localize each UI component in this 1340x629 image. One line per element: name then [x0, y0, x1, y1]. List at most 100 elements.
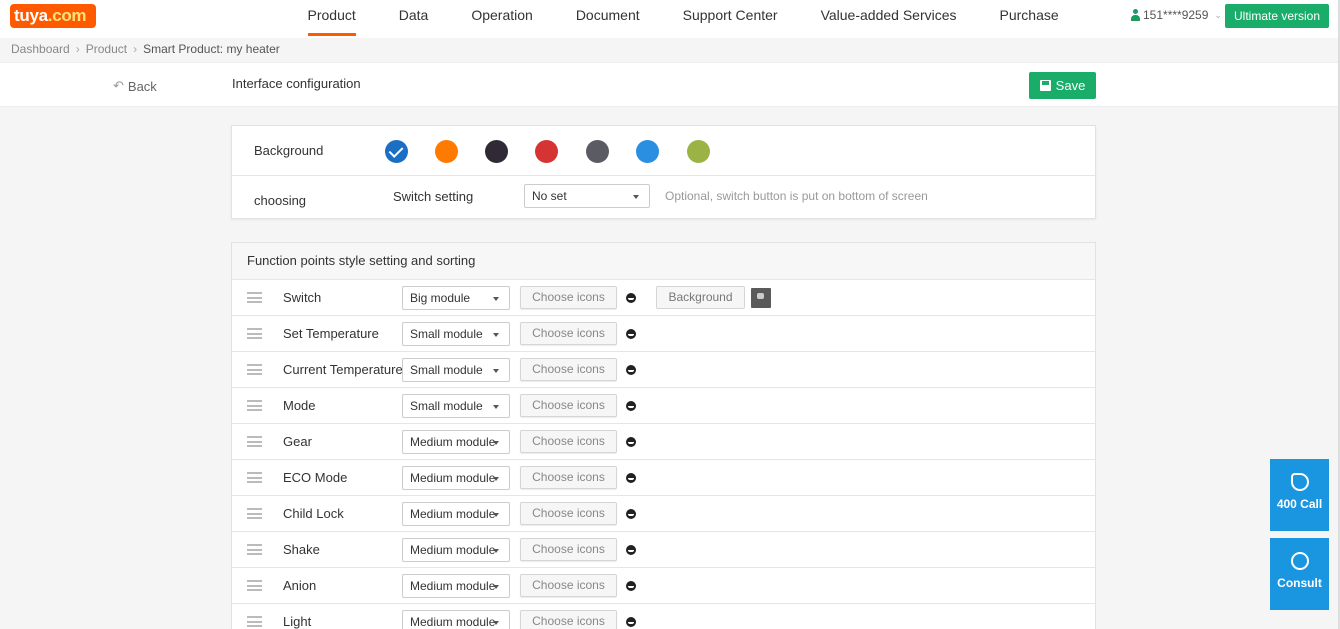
switch-setting-label: Switch setting	[393, 189, 474, 204]
top-navbar: tuya.com Product Data Operation Document Sup…	[0, 0, 1340, 38]
background-swatch[interactable]	[636, 140, 659, 163]
drag-handle-icon[interactable]	[247, 580, 262, 591]
consult-button[interactable]: Consult	[1270, 538, 1329, 610]
nav-item-value-added-services[interactable]: Value-added Services	[799, 0, 978, 38]
function-icon-preview-icon	[626, 581, 636, 591]
choose-icons-button[interactable]: Choose icons	[520, 286, 617, 309]
function-point-row: Switch Big module Choose icons Background	[232, 280, 1095, 316]
background-swatch[interactable]	[535, 140, 558, 163]
background-swatch[interactable]	[435, 140, 458, 163]
background-button[interactable]: Background	[656, 286, 745, 309]
nav-item-support-center[interactable]: Support Center	[661, 0, 799, 38]
chat-icon	[1290, 552, 1309, 570]
function-point-row: Mode Small module Choose icons	[232, 388, 1095, 424]
function-points-header: Function points style setting and sortin…	[232, 243, 1095, 280]
breadcrumb-separator-icon: ›	[133, 42, 138, 56]
function-icon-preview-icon	[626, 545, 636, 555]
module-style-select[interactable]: Medium module	[402, 466, 510, 490]
choosing-label: choosing	[254, 193, 307, 208]
caret-down-icon	[493, 621, 499, 625]
breadcrumb-product[interactable]: Product	[86, 42, 127, 56]
module-style-value: Medium module	[410, 507, 496, 521]
drag-handle-icon[interactable]	[247, 328, 262, 339]
module-style-select[interactable]: Medium module	[402, 430, 510, 454]
choose-icons-button[interactable]: Choose icons	[520, 322, 617, 345]
module-style-value: Small module	[410, 363, 483, 377]
caret-down-icon	[633, 195, 639, 199]
nav-item-operation[interactable]: Operation	[450, 0, 554, 38]
module-style-select[interactable]: Small module	[402, 394, 510, 418]
choose-icons-button[interactable]: Choose icons	[520, 574, 617, 597]
module-style-select[interactable]: Medium module	[402, 502, 510, 526]
background-swatch[interactable]	[586, 140, 609, 163]
phone-icon	[1290, 473, 1309, 491]
caret-down-icon	[493, 297, 499, 301]
nav-item-data[interactable]: Data	[377, 0, 450, 38]
function-point-name: Gear	[283, 434, 312, 449]
main-nav: Product Data Operation Document Support Cent…	[286, 0, 1080, 38]
module-style-value: Small module	[410, 399, 483, 413]
module-style-select[interactable]: Small module	[402, 322, 510, 346]
drag-handle-icon[interactable]	[247, 616, 262, 627]
user-menu[interactable]: 151****9259 ⌄	[1130, 8, 1222, 22]
function-icon-preview-icon	[626, 509, 636, 519]
drag-handle-icon[interactable]	[247, 508, 262, 519]
nav-item-document[interactable]: Document	[554, 0, 661, 38]
background-row: Background	[232, 126, 1095, 176]
drag-handle-icon[interactable]	[247, 436, 262, 447]
breadcrumb-current: Smart Product: my heater	[143, 42, 280, 56]
background-swatch[interactable]	[485, 140, 508, 163]
function-point-row: Child Lock Medium module Choose icons	[232, 496, 1095, 532]
background-thumbnail	[751, 288, 771, 308]
background-swatch[interactable]	[687, 140, 710, 163]
choose-icons-button[interactable]: Choose icons	[520, 466, 617, 489]
drag-handle-icon[interactable]	[247, 292, 262, 303]
switch-setting-value: No set	[532, 189, 567, 203]
caret-down-icon	[493, 549, 499, 553]
drag-handle-icon[interactable]	[247, 400, 262, 411]
caret-down-icon	[493, 513, 499, 517]
drag-handle-icon[interactable]	[247, 472, 262, 483]
caret-down-icon	[493, 405, 499, 409]
caret-down-icon	[493, 369, 499, 373]
back-label: Back	[127, 78, 157, 94]
caret-down-icon	[493, 333, 499, 337]
function-point-name: ECO Mode	[283, 470, 348, 485]
nav-item-product[interactable]: Product	[286, 0, 377, 38]
switch-setting-hint: Optional, switch button is put on bottom…	[665, 189, 928, 203]
function-point-name: Child Lock	[283, 506, 344, 521]
choose-icons-button[interactable]: Choose icons	[520, 358, 617, 381]
function-points-title: Function points style setting and sortin…	[247, 253, 476, 268]
choose-icons-button[interactable]: Choose icons	[520, 502, 617, 525]
page-header: ↶ Back Interface configuration Save	[0, 62, 1338, 107]
nav-item-purchase[interactable]: Purchase	[978, 0, 1080, 38]
function-icon-preview-icon	[626, 401, 636, 411]
function-icon-preview-icon	[626, 365, 636, 375]
caret-down-icon	[493, 585, 499, 589]
call-button[interactable]: 400 Call	[1270, 459, 1329, 531]
module-style-select[interactable]: Small module	[402, 358, 510, 382]
background-label: Background	[254, 143, 324, 158]
tuya-logo[interactable]: tuya.com	[10, 4, 96, 28]
drag-handle-icon[interactable]	[247, 544, 262, 555]
background-swatch[interactable]	[385, 140, 408, 163]
function-point-row: Shake Medium module Choose icons	[232, 532, 1095, 568]
module-style-select[interactable]: Big module	[402, 286, 510, 310]
ultimate-version-button[interactable]: Ultimate version	[1225, 4, 1329, 28]
choose-icons-button[interactable]: Choose icons	[520, 538, 617, 561]
user-phone: 151****9259	[1143, 8, 1209, 22]
consult-label: Consult	[1277, 576, 1322, 590]
module-style-select[interactable]: Medium module	[402, 610, 510, 629]
logo-suffix: .com	[47, 6, 87, 25]
switch-setting-select[interactable]: No set	[524, 184, 650, 208]
module-style-select[interactable]: Medium module	[402, 538, 510, 562]
function-icon-preview-icon	[626, 329, 636, 339]
breadcrumb-dashboard[interactable]: Dashboard	[11, 42, 70, 56]
back-button[interactable]: ↶ Back	[113, 78, 157, 94]
drag-handle-icon[interactable]	[247, 364, 262, 375]
save-button[interactable]: Save	[1029, 72, 1096, 99]
choose-icons-button[interactable]: Choose icons	[520, 394, 617, 417]
module-style-select[interactable]: Medium module	[402, 574, 510, 598]
choose-icons-button[interactable]: Choose icons	[520, 430, 617, 453]
choose-icons-button[interactable]: Choose icons	[520, 610, 617, 629]
